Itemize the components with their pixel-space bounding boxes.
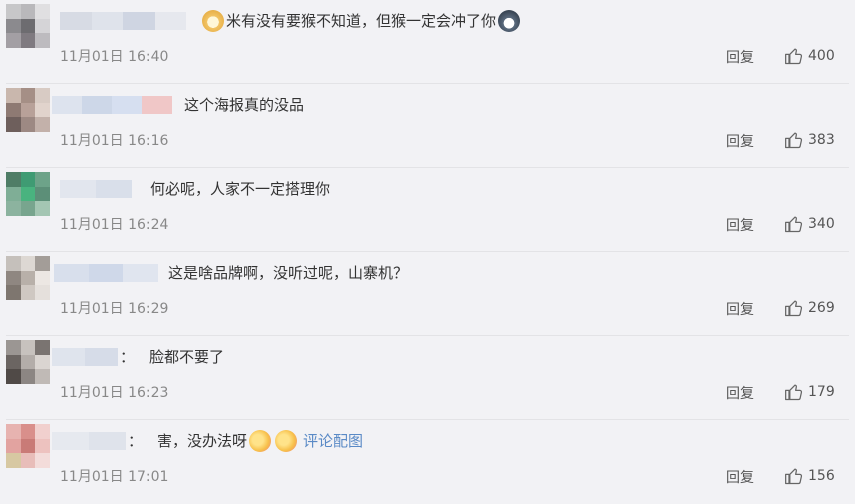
comment-text: 这是啥品牌啊，没听过呢，山寨机？ bbox=[168, 264, 409, 282]
comment-text-row: 这个海报真的没品 bbox=[184, 94, 304, 116]
thumbs-up-icon bbox=[785, 48, 803, 65]
like-count: 383 bbox=[808, 132, 835, 148]
reply-button[interactable]: 回复 bbox=[726, 47, 754, 67]
like-button[interactable]: 269 bbox=[784, 298, 835, 318]
comment-text-row: ： 脸都不要了 bbox=[120, 346, 224, 368]
like-count: 179 bbox=[808, 384, 835, 400]
thumbs-up-icon bbox=[785, 468, 803, 485]
comment-image-link[interactable]: 评论配图 bbox=[303, 430, 363, 452]
husky-emoji-icon bbox=[498, 10, 521, 32]
comment-text: 害，没办法呀 bbox=[157, 432, 248, 450]
comment-time: 11月01日 16:24 bbox=[60, 217, 169, 233]
dog-face-emoji-icon bbox=[202, 10, 224, 32]
reply-button[interactable]: 回复 bbox=[726, 215, 754, 235]
like-button[interactable]: 400 bbox=[784, 46, 835, 66]
reply-button[interactable]: 回复 bbox=[726, 131, 754, 151]
comment-time: 11月01日 16:40 bbox=[60, 49, 169, 65]
comment-time: 11月01日 16:23 bbox=[60, 385, 169, 401]
username[interactable] bbox=[52, 432, 126, 450]
avatar[interactable] bbox=[6, 340, 50, 384]
avatar[interactable] bbox=[6, 424, 50, 468]
username[interactable] bbox=[54, 264, 159, 282]
like-button[interactable]: 383 bbox=[784, 130, 835, 150]
thumbs-up-icon bbox=[785, 384, 803, 401]
username[interactable] bbox=[60, 12, 186, 30]
like-count: 269 bbox=[808, 300, 835, 316]
username[interactable] bbox=[60, 180, 132, 198]
comment-text-row: 米有没有要猴不知道，但猴一定会冲了你 bbox=[200, 10, 522, 32]
comment-item: ： 害，没办法呀 评论配图 11月01日 17:01 回复 156 bbox=[0, 420, 855, 504]
colon: ： bbox=[120, 348, 136, 366]
thumbs-up-icon bbox=[785, 216, 803, 233]
comment-text-row: 这是啥品牌啊，没听过呢，山寨机？ bbox=[168, 262, 408, 284]
colon: ： bbox=[128, 432, 144, 450]
like-button[interactable]: 179 bbox=[784, 382, 835, 402]
comment-text: 米有没有要猴不知道，但猴一定会冲了你 bbox=[226, 12, 497, 30]
like-button[interactable]: 156 bbox=[784, 466, 835, 486]
comment-item: 这个海报真的没品 11月01日 16:16 回复 383 bbox=[0, 84, 855, 168]
comment-time: 11月01日 16:29 bbox=[60, 301, 169, 317]
shy-face-emoji-icon bbox=[275, 430, 298, 452]
avatar[interactable] bbox=[6, 256, 50, 300]
comment-text-row: 何必呢，人家不一定搭理你 bbox=[150, 178, 330, 200]
like-count: 156 bbox=[808, 468, 835, 484]
reply-button[interactable]: 回复 bbox=[726, 299, 754, 319]
comment-text: 这个海报真的没品 bbox=[184, 96, 305, 114]
reply-button[interactable]: 回复 bbox=[726, 467, 754, 487]
like-count: 340 bbox=[808, 216, 835, 232]
like-button[interactable]: 340 bbox=[784, 214, 835, 234]
comment-list: 米有没有要猴不知道，但猴一定会冲了你 11月01日 16:40 回复 400 这… bbox=[0, 0, 855, 504]
username[interactable] bbox=[52, 96, 172, 114]
username[interactable] bbox=[52, 348, 118, 366]
thumbs-up-icon bbox=[785, 300, 803, 317]
reply-button[interactable]: 回复 bbox=[726, 383, 754, 403]
comment-time: 11月01日 17:01 bbox=[60, 469, 169, 485]
comment-time: 11月01日 16:16 bbox=[60, 133, 169, 149]
comment-text-row: ： 害，没办法呀 评论配图 bbox=[128, 430, 363, 452]
comment-item: 这是啥品牌啊，没听过呢，山寨机？ 11月01日 16:29 回复 269 bbox=[0, 252, 855, 336]
avatar[interactable] bbox=[6, 4, 50, 48]
comment-item: 何必呢，人家不一定搭理你 11月01日 16:24 回复 340 bbox=[0, 168, 855, 252]
comment-text: 何必呢，人家不一定搭理你 bbox=[150, 180, 331, 198]
comment-item: ： 脸都不要了 11月01日 16:23 回复 179 bbox=[0, 336, 855, 420]
shy-face-emoji-icon bbox=[249, 430, 272, 452]
like-count: 400 bbox=[808, 48, 835, 64]
avatar[interactable] bbox=[6, 172, 50, 216]
thumbs-up-icon bbox=[785, 132, 803, 149]
avatar[interactable] bbox=[6, 88, 50, 132]
comment-item: 米有没有要猴不知道，但猴一定会冲了你 11月01日 16:40 回复 400 bbox=[0, 0, 855, 84]
comment-text: 脸都不要了 bbox=[149, 348, 225, 366]
